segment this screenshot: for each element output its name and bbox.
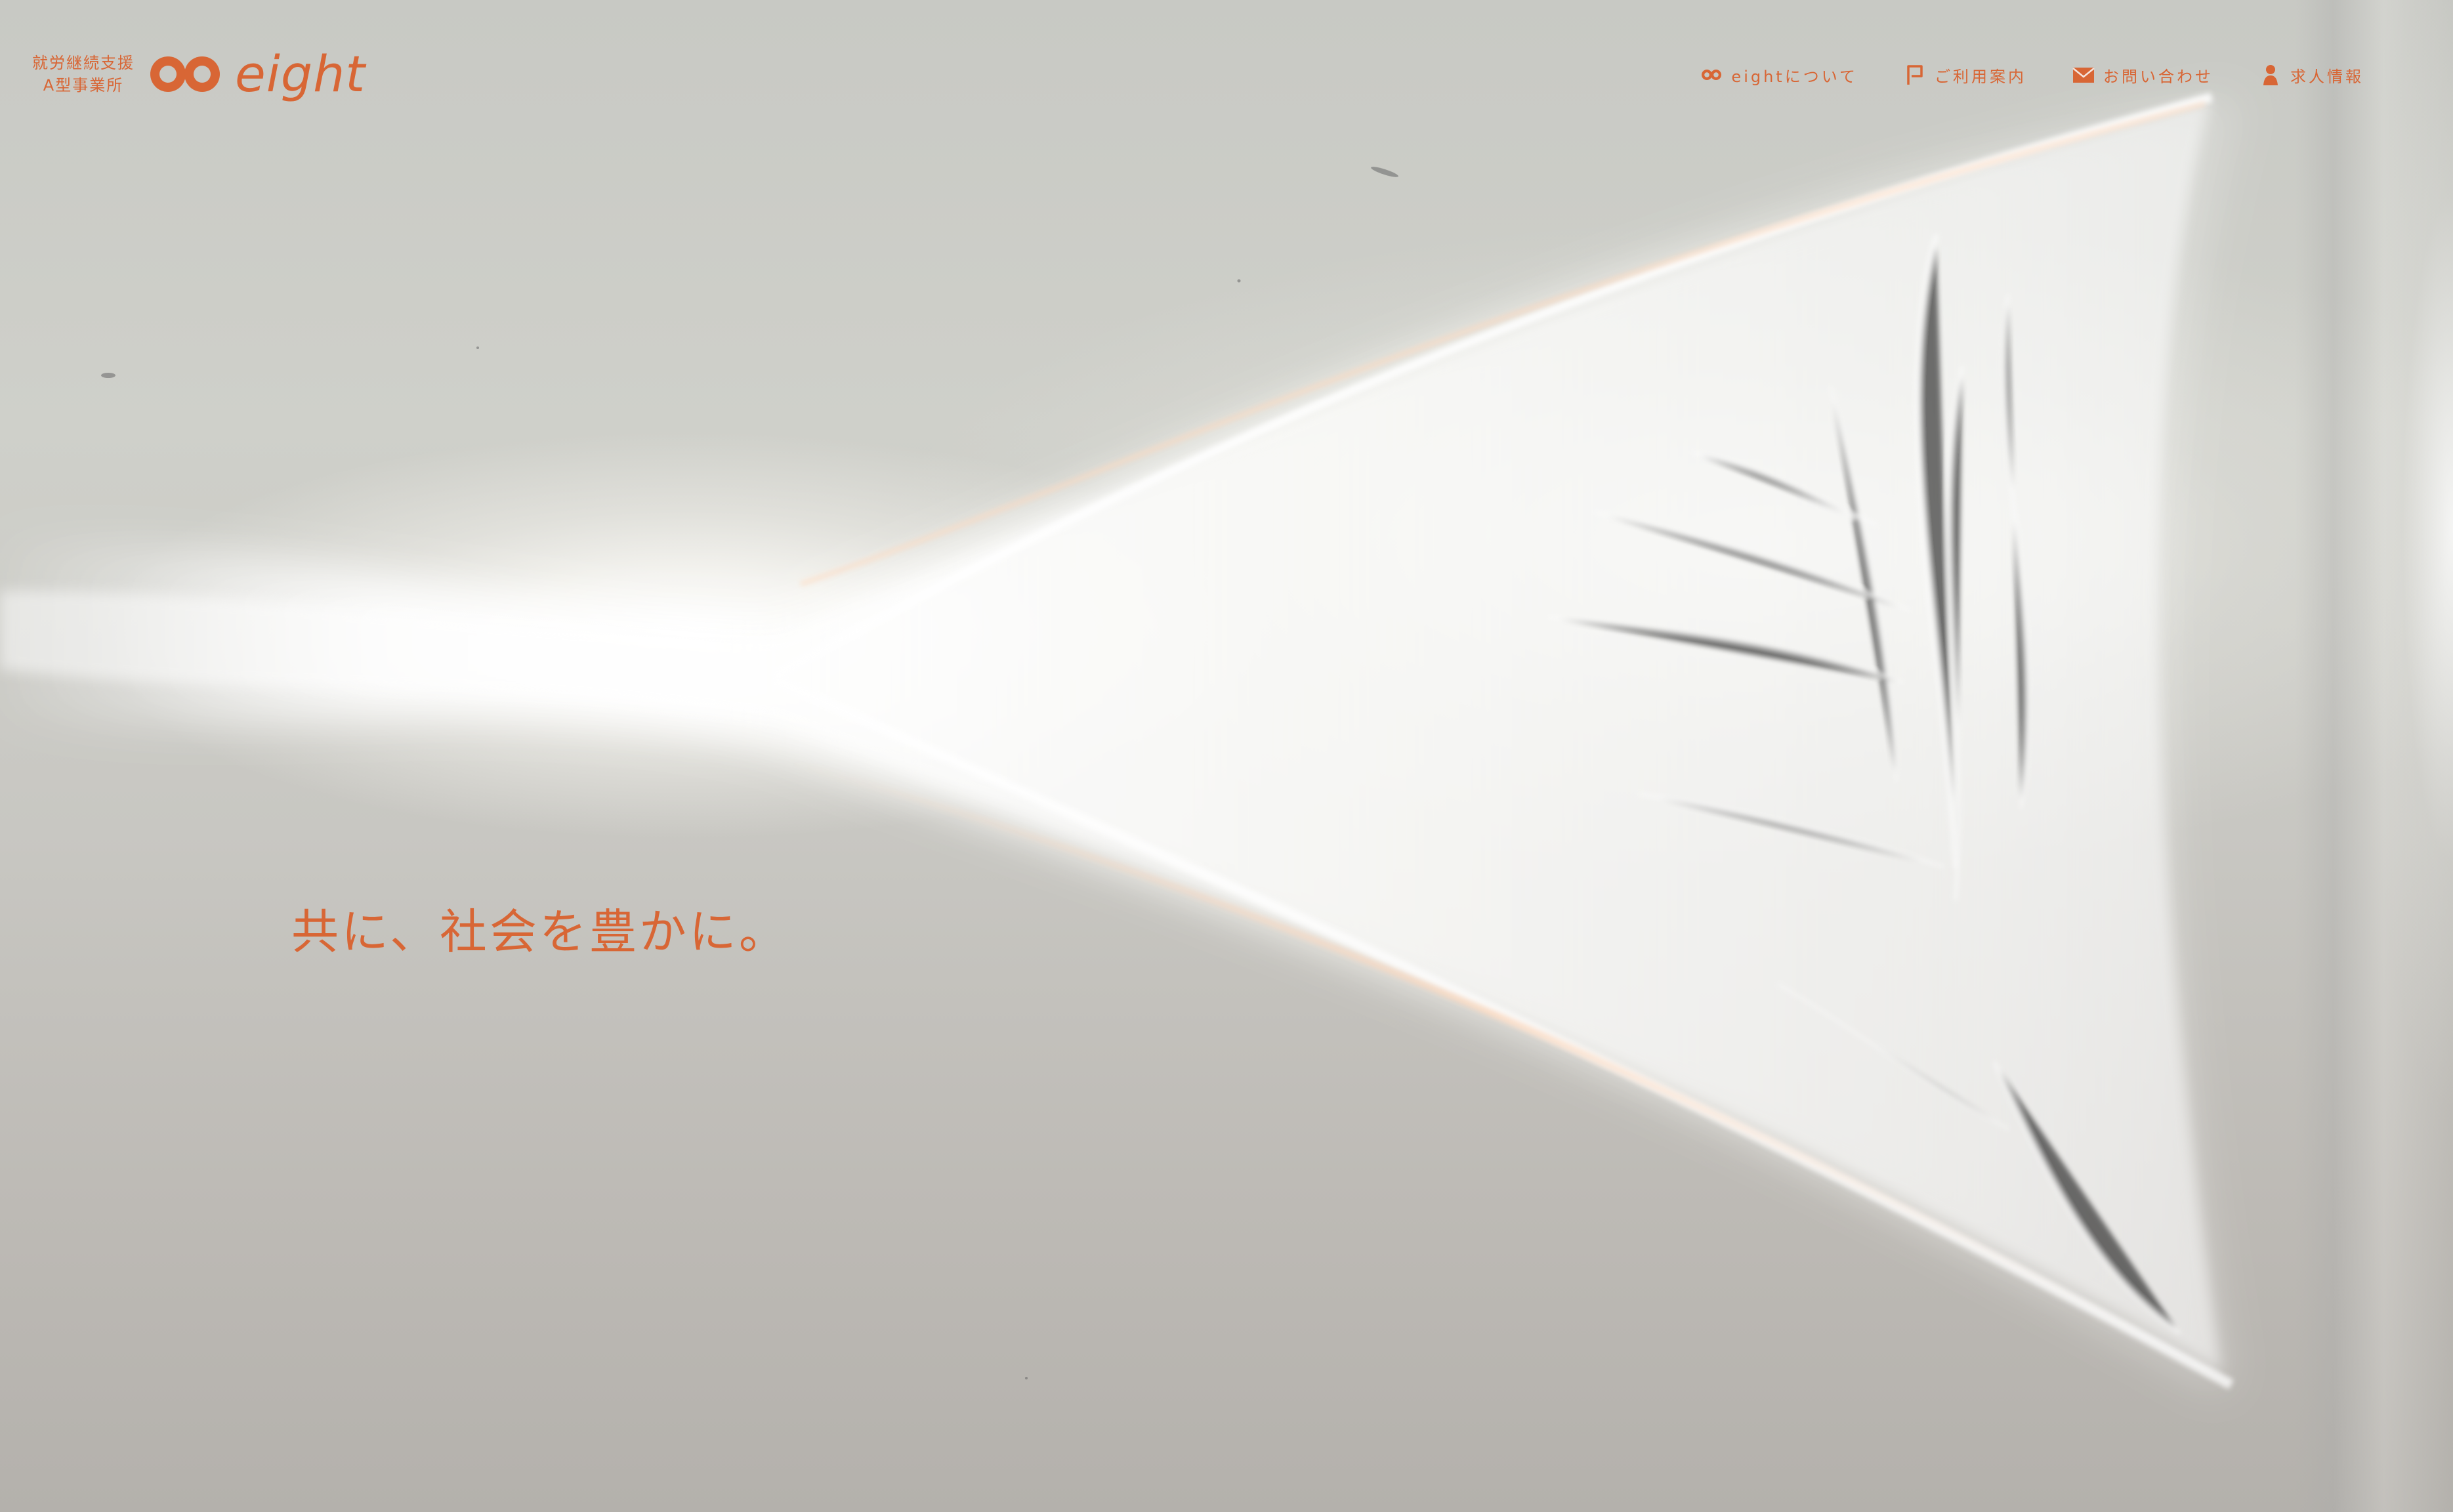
glass-edge-highlight: [2296, 0, 2453, 1512]
nav-jobs[interactable]: 求人情報: [2258, 59, 2364, 91]
nav-contact-label: お問い合わせ: [2103, 67, 2213, 86]
main-navigation: eightについて ご利用案内 お問い合わせ 求人情報: [1699, 59, 2364, 91]
nav-contact[interactable]: お問い合わせ: [2071, 59, 2213, 91]
light-beam-background: [0, 93, 2244, 1395]
infinity-icon: [1699, 62, 1724, 87]
nav-jobs-label: 求人情報: [2290, 67, 2364, 86]
service-type-label: 就労継続支援 A型事業所: [28, 49, 139, 100]
hero-page: 就労継続支援 A型事業所 eight eightについて ご利用案内 お問い合わ…: [0, 0, 2453, 1512]
site-header: 就労継続支援 A型事業所 eight eightについて ご利用案内 お問い合わ…: [0, 0, 2453, 151]
flag-icon: [1902, 62, 1927, 87]
nav-usage-guide-label: ご利用案内: [1935, 67, 2026, 86]
service-type-line-2: A型事業所: [43, 76, 124, 94]
hero-tagline: 共に、社会を豊かに。: [291, 904, 789, 959]
person-icon: [2258, 62, 2283, 87]
service-type-line-1: 就労継続支援: [32, 54, 135, 72]
nav-usage-guide[interactable]: ご利用案内: [1902, 59, 2026, 91]
infinity-logo-icon: [150, 56, 220, 92]
brand-name: eight: [235, 45, 366, 103]
nav-about-eight-label: eightについて: [1731, 67, 1858, 86]
brand-logo-link[interactable]: 就労継続支援 A型事業所 eight: [28, 49, 366, 100]
nav-about-eight[interactable]: eightについて: [1699, 59, 1858, 91]
mail-icon: [2071, 62, 2096, 87]
